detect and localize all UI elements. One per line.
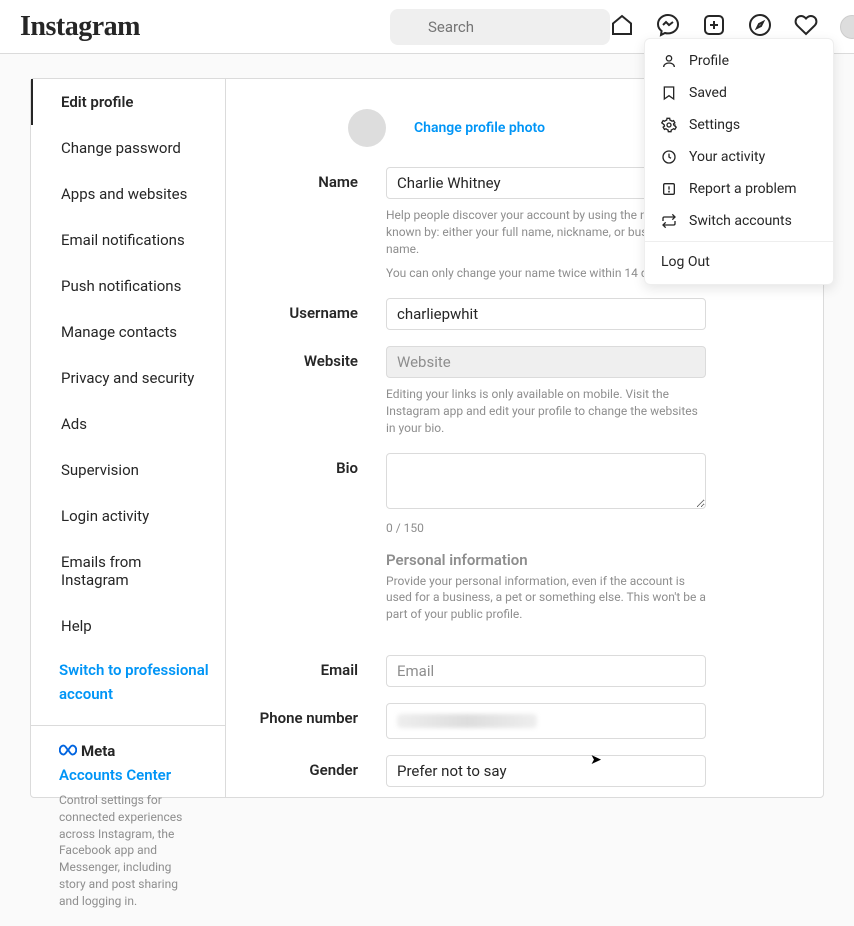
person-icon xyxy=(661,53,677,69)
sidebar-item-supervision[interactable]: Supervision xyxy=(31,447,225,493)
switch-professional-link[interactable]: Switch to professional xyxy=(31,649,225,685)
infinity-icon xyxy=(59,742,77,760)
clock-icon xyxy=(661,149,677,165)
sidebar-item-manage-contacts[interactable]: Manage contacts xyxy=(31,309,225,355)
phone-input[interactable] xyxy=(386,703,706,739)
meta-brand-text: Meta xyxy=(81,742,115,760)
label-username: Username xyxy=(256,298,386,322)
bio-counter: 0 / 150 xyxy=(386,521,706,535)
sidebar-item-apps[interactable]: Apps and websites xyxy=(31,171,225,217)
label-bio: Bio xyxy=(256,453,386,477)
instagram-logo[interactable]: Instagram xyxy=(20,11,140,43)
personal-info-sub: Provide your personal information, even … xyxy=(386,573,706,623)
sidebar-item-login-activity[interactable]: Login activity xyxy=(31,493,225,539)
label-email: Email xyxy=(256,655,386,679)
dropdown-item-label: Settings xyxy=(689,117,740,133)
profile-photo-icon[interactable] xyxy=(348,109,386,147)
personal-info-head: Personal information xyxy=(386,551,706,569)
profile-dropdown: Profile Saved Settings Your activity Rep… xyxy=(644,38,834,285)
sidebar-item-edit-profile[interactable]: Edit profile xyxy=(31,79,225,125)
spacer xyxy=(256,551,386,557)
bookmark-icon xyxy=(661,85,677,101)
meta-block: Meta Accounts Center Control settings fo… xyxy=(31,726,225,926)
label-gender: Gender xyxy=(256,755,386,779)
sidebar-item-help[interactable]: Help xyxy=(31,603,225,649)
dropdown-settings[interactable]: Settings xyxy=(645,109,833,141)
redacted-value xyxy=(397,714,537,728)
divider xyxy=(645,241,833,242)
switch-icon xyxy=(661,213,677,229)
dropdown-your-activity[interactable]: Your activity xyxy=(645,141,833,173)
dropdown-item-label: Switch accounts xyxy=(689,213,792,229)
dropdown-item-label: Saved xyxy=(689,85,727,101)
sidebar-item-change-password[interactable]: Change password xyxy=(31,125,225,171)
dropdown-saved[interactable]: Saved xyxy=(645,77,833,109)
dropdown-item-label: Log Out xyxy=(661,254,710,270)
dropdown-logout[interactable]: Log Out xyxy=(645,246,833,278)
bio-textarea[interactable] xyxy=(386,453,706,509)
meta-logo: Meta xyxy=(59,742,197,760)
email-input[interactable] xyxy=(386,655,706,687)
sidebar-item-ads[interactable]: Ads xyxy=(31,401,225,447)
help-website: Editing your links is only available on … xyxy=(386,386,706,436)
search-input[interactable] xyxy=(390,9,610,45)
settings-sidebar: Edit profile Change password Apps and we… xyxy=(31,79,226,797)
explore-icon[interactable] xyxy=(748,13,772,41)
sidebar-item-push-notifications[interactable]: Push notifications xyxy=(31,263,225,309)
dropdown-item-label: Report a problem xyxy=(689,181,797,197)
accounts-center-link[interactable]: Accounts Center xyxy=(59,766,197,784)
dropdown-report[interactable]: Report a problem xyxy=(645,173,833,205)
nav-icons xyxy=(610,13,854,41)
label-name: Name xyxy=(256,167,386,191)
dropdown-switch[interactable]: Switch accounts xyxy=(645,205,833,237)
new-post-icon[interactable] xyxy=(702,13,726,41)
label-website: Website xyxy=(256,346,386,370)
sidebar-item-privacy[interactable]: Privacy and security xyxy=(31,355,225,401)
messenger-icon[interactable] xyxy=(656,13,680,41)
switch-professional-link[interactable]: account xyxy=(31,685,225,717)
search-wrap xyxy=(390,9,610,45)
home-icon[interactable] xyxy=(610,13,634,41)
label-phone: Phone number xyxy=(256,703,386,727)
website-input xyxy=(386,346,706,378)
sidebar-item-email-notifications[interactable]: Email notifications xyxy=(31,217,225,263)
meta-description: Control settings for connected experienc… xyxy=(59,792,197,910)
gender-input[interactable] xyxy=(386,755,706,787)
sidebar-item-emails-from-ig[interactable]: Emails from Instagram xyxy=(31,539,225,603)
profile-avatar-icon[interactable] xyxy=(840,15,854,39)
username-input[interactable] xyxy=(386,298,706,330)
gear-icon xyxy=(661,117,677,133)
activity-heart-icon[interactable] xyxy=(794,13,818,41)
dropdown-item-label: Profile xyxy=(689,53,729,69)
change-profile-photo-link[interactable]: Change profile photo xyxy=(414,120,545,136)
dropdown-profile[interactable]: Profile xyxy=(645,45,833,77)
report-icon xyxy=(661,181,677,197)
dropdown-item-label: Your activity xyxy=(689,149,765,165)
